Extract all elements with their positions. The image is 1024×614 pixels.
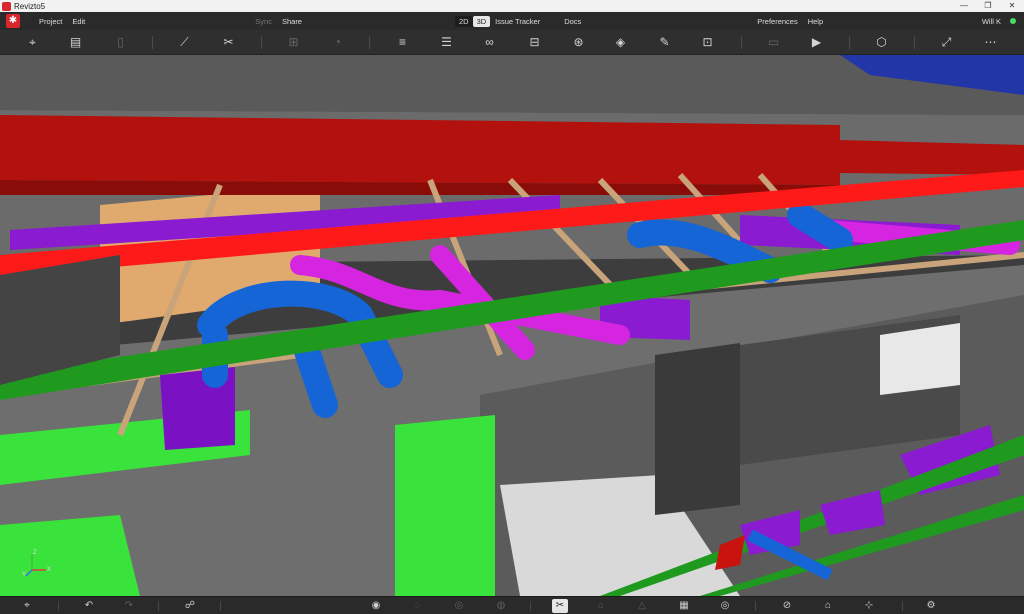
home-view-icon[interactable]: ⌂ <box>821 599 835 613</box>
toolbar-divider <box>261 36 262 49</box>
view-mode-toggle: 2D 3D <box>454 15 491 27</box>
section-scissors-icon[interactable]: ✂ <box>552 599 568 613</box>
red-beam-right <box>840 140 1024 175</box>
paint-bucket-icon[interactable]: ◈ <box>612 34 629 51</box>
undo-icon[interactable]: ↶ <box>82 599 96 613</box>
map-icon[interactable]: ▤ <box>67 34 84 51</box>
axis-gizmo: Z X Y <box>22 548 52 578</box>
view-3d-button[interactable]: 3D <box>472 15 491 27</box>
menu-docs[interactable]: Docs <box>559 17 586 26</box>
car-icon[interactable]: ⊟ <box>526 34 543 51</box>
redo-icon[interactable]: ↷ <box>122 599 136 613</box>
presentation-icon[interactable]: ▭ <box>765 34 782 51</box>
no-layer-icon[interactable]: ⊘ <box>780 599 794 613</box>
bottom-divider <box>220 601 221 611</box>
green-wall-center <box>395 415 495 596</box>
layers-icon[interactable]: ≡ <box>394 34 411 51</box>
grid-icon[interactable]: ▦ <box>677 599 691 613</box>
binoculars-icon[interactable]: ∞ <box>481 34 498 51</box>
bottom-divider <box>58 601 59 611</box>
house-icon[interactable]: ⌂ <box>594 599 608 613</box>
menu-issue-tracker[interactable]: Issue Tracker <box>490 17 545 26</box>
visibility-icon[interactable]: ◎ <box>718 599 732 613</box>
issue-counter-icon[interactable]: ◔ <box>329 34 346 51</box>
app-menu-bar: ✱ Project Edit Sync Share 2D 3D Issue Tr… <box>0 12 1024 30</box>
red-beam-main <box>0 115 840 185</box>
elevation-icon[interactable]: △ <box>635 599 649 613</box>
app-logo-icon[interactable]: ✱ <box>6 14 20 28</box>
eye-icon[interactable]: ◉ <box>369 599 383 613</box>
add-issue-icon[interactable]: ⊞ <box>285 34 302 51</box>
settings-icon[interactable]: ⚙ <box>924 599 938 613</box>
main-toolbar: ⌖ ▤ ▯ ⟋ ✂ ⊞ ◔ ≡ ☰ ∞ ⊟ ⊛ ◈ ✎ ⊡ ▭ ▶ ⬡ ⤢ ⋯ <box>0 30 1024 55</box>
edit-document-icon[interactable]: ✎ <box>656 34 673 51</box>
toolbar-divider <box>849 36 850 49</box>
white-equipment <box>880 323 960 395</box>
menu-help[interactable]: Help <box>803 17 828 26</box>
list-icon[interactable]: ☰ <box>438 34 455 51</box>
bottom-divider <box>902 601 903 611</box>
bottom-divider <box>158 601 159 611</box>
window-controls: — ❐ ✕ <box>952 0 1024 12</box>
scissors-icon[interactable]: ✂ <box>220 34 237 51</box>
menu-preferences[interactable]: Preferences <box>752 17 802 26</box>
axis-label-x: X <box>47 567 51 573</box>
menu-project[interactable]: Project <box>34 17 67 26</box>
view-2d-button[interactable]: 2D <box>455 16 473 27</box>
toolbar-divider <box>369 36 370 49</box>
hide-icon[interactable]: ◌ <box>410 599 424 613</box>
green-wall-left <box>0 515 140 596</box>
more-icon[interactable]: ⋯ <box>982 34 999 51</box>
minimize-button[interactable]: — <box>952 0 976 12</box>
door-panel <box>655 343 740 515</box>
document-search-icon[interactable]: ⊡ <box>699 34 716 51</box>
bim-model-scene <box>0 55 1024 596</box>
window-title-bar: Revizto5 — ❐ ✕ <box>0 0 1024 12</box>
maximize-button[interactable]: ❐ <box>976 0 1000 12</box>
window-title: Revizto5 <box>14 1 46 11</box>
menu-share[interactable]: Share <box>277 17 307 26</box>
toolbar-divider <box>741 36 742 49</box>
cube-icon[interactable]: ⬡ <box>873 34 890 51</box>
location-pin-icon[interactable]: ⌖ <box>24 34 41 51</box>
toolbar-divider <box>152 36 153 49</box>
revizto-logo-icon <box>2 1 11 11</box>
isolate-icon[interactable]: ◎ <box>452 599 466 613</box>
walk-mode-icon[interactable]: ☍ <box>183 599 197 613</box>
location-pin-icon[interactable]: ⌖ <box>20 599 34 613</box>
close-button[interactable]: ✕ <box>1000 0 1024 12</box>
fit-view-icon[interactable]: ⤢ <box>938 34 955 51</box>
axis-label-y: Y <box>22 572 26 578</box>
clash-icon[interactable]: ⊛ <box>570 34 587 51</box>
menu-edit[interactable]: Edit <box>67 17 90 26</box>
user-name[interactable]: Will K <box>977 17 1006 26</box>
transparency-icon[interactable]: ◍ <box>494 599 508 613</box>
tablet-icon[interactable]: ▯ <box>112 34 129 51</box>
ruler-icon[interactable]: ⟋ <box>176 34 193 51</box>
axis-label-z: Z <box>33 550 37 556</box>
toolbar-divider <box>914 36 915 49</box>
focus-icon[interactable]: ⊹ <box>862 599 876 613</box>
menu-sync[interactable]: Sync <box>250 17 277 26</box>
3d-viewport[interactable]: Z X Y <box>0 55 1024 596</box>
user-status-indicator <box>1010 18 1016 24</box>
bottom-divider <box>755 601 756 611</box>
bottom-toolbar: ⌖ ↶ ↷ ☍ ◉ ◌ ◎ ◍ ✂ ⌂ △ ▦ ◎ ⊘ ⌂ ⊹ ⚙ <box>0 596 1024 614</box>
video-camera-icon[interactable]: ▶ <box>808 34 825 51</box>
bottom-divider <box>530 601 531 611</box>
